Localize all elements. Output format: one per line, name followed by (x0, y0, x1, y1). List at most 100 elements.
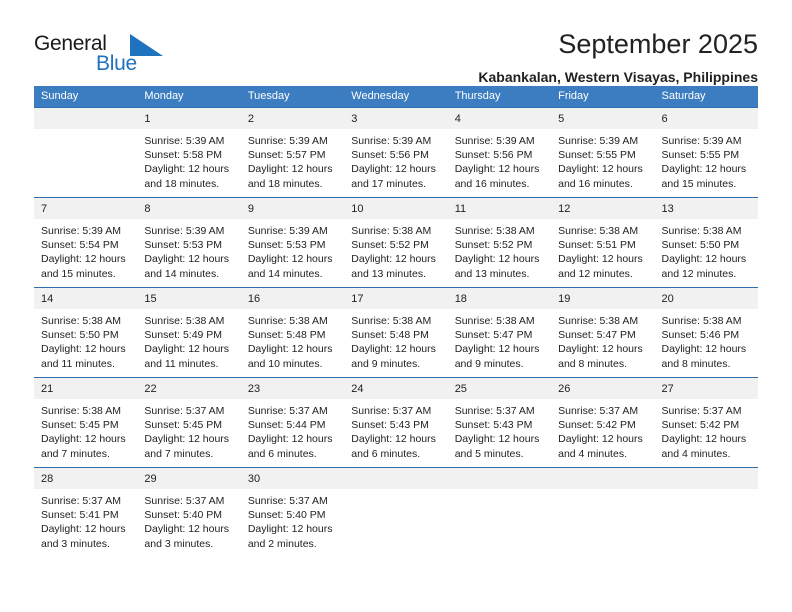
daylight-text-line2: and 6 minutes. (247, 447, 317, 460)
day-cell[interactable]: Sunrise: 5:38 AM Sunset: 5:48 PM Dayligh… (344, 309, 447, 377)
day-number[interactable] (551, 468, 654, 489)
daylight-text-line2: and 13 minutes. (351, 267, 426, 280)
daylight-text-line1: Daylight: 12 hours (144, 343, 230, 356)
day-cell[interactable]: Sunrise: 5:38 AM Sunset: 5:46 PM Dayligh… (655, 309, 758, 377)
day-number[interactable]: 22 (137, 378, 240, 399)
day-cell[interactable]: Sunrise: 5:37 AM Sunset: 5:44 PM Dayligh… (241, 399, 344, 467)
day-number-band: 21 22 23 24 25 26 27 (34, 378, 758, 399)
day-cell[interactable]: Sunrise: 5:38 AM Sunset: 5:45 PM Dayligh… (34, 399, 137, 467)
day-number[interactable]: 18 (448, 288, 551, 309)
title-block: September 2025 Kabankalan, Western Visay… (478, 29, 758, 84)
sunset-text: Sunset: 5:56 PM (454, 149, 533, 162)
day-number[interactable]: 14 (34, 288, 137, 309)
sunrise-text: Sunrise: 5:37 AM (351, 405, 432, 417)
day-cell[interactable]: Sunrise: 5:38 AM Sunset: 5:52 PM Dayligh… (344, 219, 447, 287)
day-cell[interactable]: Sunrise: 5:38 AM Sunset: 5:50 PM Dayligh… (655, 219, 758, 287)
day-number[interactable] (34, 108, 137, 129)
day-number[interactable]: 11 (448, 198, 551, 219)
day-number[interactable] (655, 468, 758, 489)
day-number[interactable]: 29 (137, 468, 240, 489)
daylight-text-line1: Daylight: 12 hours (558, 253, 643, 266)
day-cell[interactable]: Sunrise: 5:37 AM Sunset: 5:43 PM Dayligh… (344, 399, 447, 467)
day-cell[interactable]: Sunrise: 5:39 AM Sunset: 5:55 PM Dayligh… (655, 129, 758, 197)
day-cell[interactable]: Sunrise: 5:38 AM Sunset: 5:52 PM Dayligh… (448, 219, 551, 287)
sunrise-text: Sunrise: 5:38 AM (454, 225, 535, 237)
day-number[interactable]: 17 (344, 288, 447, 309)
sunset-text: Sunset: 5:42 PM (661, 419, 740, 432)
day-cell[interactable]: Sunrise: 5:37 AM Sunset: 5:45 PM Dayligh… (137, 399, 240, 467)
day-number[interactable]: 15 (137, 288, 240, 309)
day-number[interactable]: 20 (655, 288, 758, 309)
day-cell[interactable]: Sunrise: 5:38 AM Sunset: 5:48 PM Dayligh… (241, 309, 344, 377)
day-cell[interactable]: Sunrise: 5:37 AM Sunset: 5:42 PM Dayligh… (551, 399, 654, 467)
day-number[interactable]: 1 (137, 108, 240, 129)
day-number[interactable]: 24 (344, 378, 447, 399)
day-number[interactable]: 19 (551, 288, 654, 309)
sunrise-text: Sunrise: 5:37 AM (247, 405, 328, 417)
day-cell[interactable]: Sunrise: 5:39 AM Sunset: 5:53 PM Dayligh… (137, 219, 240, 287)
daylight-text-line1: Daylight: 12 hours (247, 253, 333, 266)
day-number[interactable]: 3 (344, 108, 447, 129)
sunrise-text: Sunrise: 5:39 AM (247, 135, 328, 147)
day-number[interactable]: 16 (241, 288, 344, 309)
day-cell[interactable]: Sunrise: 5:38 AM Sunset: 5:47 PM Dayligh… (448, 309, 551, 377)
day-cell[interactable]: Sunrise: 5:38 AM Sunset: 5:51 PM Dayligh… (551, 219, 654, 287)
weekday-header-monday: Monday (144, 90, 184, 102)
day-cell[interactable]: Sunrise: 5:38 AM Sunset: 5:50 PM Dayligh… (34, 309, 137, 377)
day-cell[interactable]: Sunrise: 5:38 AM Sunset: 5:47 PM Dayligh… (551, 309, 654, 377)
day-cell[interactable]: Sunrise: 5:37 AM Sunset: 5:40 PM Dayligh… (241, 489, 344, 557)
day-number[interactable]: 28 (34, 468, 137, 489)
day-number[interactable]: 6 (655, 108, 758, 129)
sunset-text: Sunset: 5:53 PM (144, 239, 223, 252)
day-number[interactable]: 21 (34, 378, 137, 399)
daylight-text-line2: and 17 minutes. (351, 177, 426, 190)
day-detail-band: Sunrise: 5:37 AM Sunset: 5:41 PM Dayligh… (34, 489, 758, 557)
daylight-text-line1: Daylight: 12 hours (558, 343, 643, 356)
sunset-text: Sunset: 5:53 PM (247, 239, 326, 252)
daylight-text-line2: and 8 minutes. (661, 357, 731, 370)
day-number[interactable] (448, 468, 551, 489)
day-number[interactable] (344, 468, 447, 489)
day-cell[interactable]: Sunrise: 5:39 AM Sunset: 5:58 PM Dayligh… (137, 129, 240, 197)
day-number[interactable]: 5 (551, 108, 654, 129)
day-cell[interactable]: Sunrise: 5:39 AM Sunset: 5:56 PM Dayligh… (344, 129, 447, 197)
sunrise-text: Sunrise: 5:39 AM (558, 135, 639, 147)
day-cell[interactable]: Sunrise: 5:39 AM Sunset: 5:55 PM Dayligh… (551, 129, 654, 197)
sunrise-text: Sunrise: 5:39 AM (144, 225, 225, 237)
sunrise-text: Sunrise: 5:38 AM (41, 315, 121, 327)
day-cell[interactable] (344, 489, 447, 557)
day-number[interactable]: 8 (137, 198, 240, 219)
day-number[interactable]: 23 (241, 378, 344, 399)
day-cell[interactable]: Sunrise: 5:38 AM Sunset: 5:49 PM Dayligh… (137, 309, 240, 377)
day-cell[interactable]: Sunrise: 5:39 AM Sunset: 5:56 PM Dayligh… (448, 129, 551, 197)
day-cell[interactable] (551, 489, 654, 557)
day-cell[interactable] (655, 489, 758, 557)
day-cell[interactable]: Sunrise: 5:37 AM Sunset: 5:41 PM Dayligh… (34, 489, 137, 557)
daylight-text-line2: and 15 minutes. (661, 177, 737, 190)
day-detail-band: Sunrise: 5:39 AM Sunset: 5:58 PM Dayligh… (34, 129, 758, 197)
day-number[interactable]: 10 (344, 198, 447, 219)
day-number[interactable]: 26 (551, 378, 654, 399)
day-number[interactable]: 30 (241, 468, 344, 489)
day-number[interactable]: 13 (655, 198, 758, 219)
day-number[interactable]: 2 (241, 108, 344, 129)
day-number[interactable]: 4 (448, 108, 551, 129)
daylight-text-line1: Daylight: 12 hours (454, 163, 540, 176)
day-cell[interactable]: Sunrise: 5:37 AM Sunset: 5:42 PM Dayligh… (655, 399, 758, 467)
daylight-text-line2: and 10 minutes. (247, 357, 323, 370)
day-number[interactable]: 9 (241, 198, 344, 219)
day-cell[interactable]: Sunrise: 5:37 AM Sunset: 5:43 PM Dayligh… (448, 399, 551, 467)
sunset-text: Sunset: 5:43 PM (351, 419, 429, 432)
day-cell[interactable]: Sunrise: 5:39 AM Sunset: 5:54 PM Dayligh… (34, 219, 137, 287)
day-number[interactable]: 7 (34, 198, 137, 219)
daylight-text-line1: Daylight: 12 hours (351, 253, 436, 266)
day-number[interactable]: 27 (655, 378, 758, 399)
day-cell[interactable]: Sunrise: 5:37 AM Sunset: 5:40 PM Dayligh… (137, 489, 240, 557)
day-cell[interactable]: Sunrise: 5:39 AM Sunset: 5:53 PM Dayligh… (241, 219, 344, 287)
day-cell[interactable] (34, 129, 137, 197)
day-number[interactable]: 12 (551, 198, 654, 219)
general-blue-logo[interactable]: General Blue (34, 30, 164, 78)
day-cell[interactable] (448, 489, 551, 557)
day-number[interactable]: 25 (448, 378, 551, 399)
day-cell[interactable]: Sunrise: 5:39 AM Sunset: 5:57 PM Dayligh… (241, 129, 344, 197)
